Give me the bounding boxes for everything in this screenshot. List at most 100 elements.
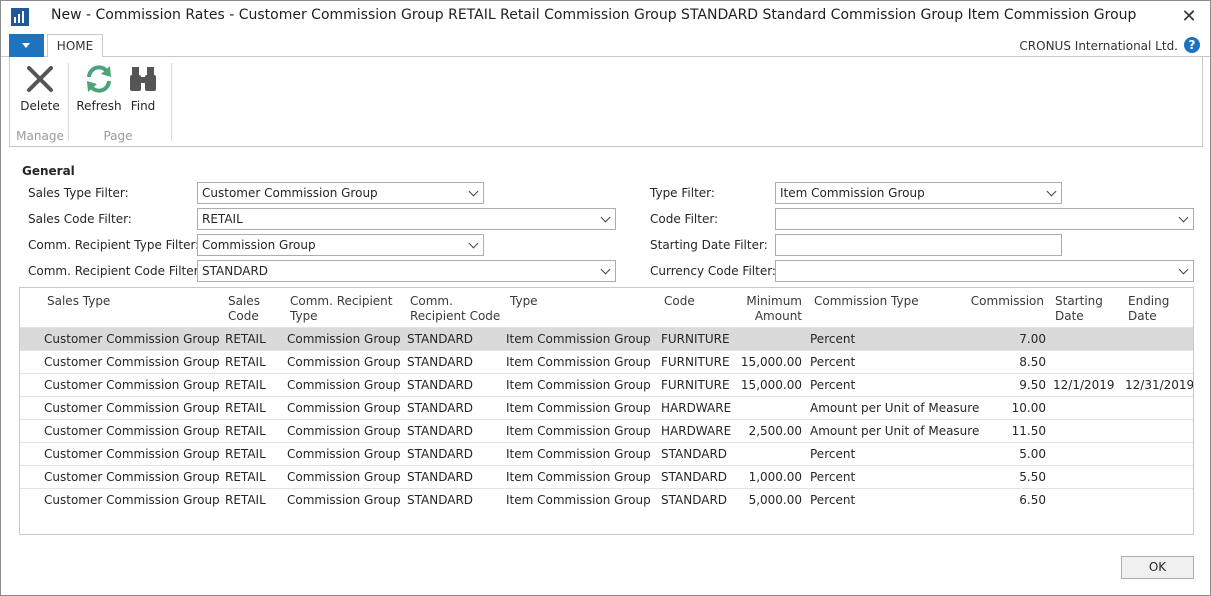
ribbon-tabs: HOME CRONUS International Ltd. ?: [1, 33, 1210, 58]
table-row[interactable]: Customer Commission Group RETAIL Commissio…: [20, 465, 1193, 488]
col-header-code[interactable]: Code: [664, 294, 695, 309]
code-filter-select[interactable]: [775, 208, 1194, 230]
find-button[interactable]: Find: [126, 63, 160, 113]
table-row[interactable]: Customer Commission Group RETAIL Commissio…: [20, 327, 1193, 350]
refresh-button[interactable]: Refresh: [76, 63, 122, 113]
cell-commission-type: Percent: [810, 332, 856, 346]
col-header-type[interactable]: Type: [510, 294, 538, 309]
cell-sales-code: RETAIL: [225, 447, 266, 461]
cell-type: Item Commission Group: [506, 355, 651, 369]
commission-rates-grid: Sales Type Sales Code Comm. Recipient Ty…: [19, 287, 1194, 535]
sales-code-filter-select[interactable]: RETAIL: [197, 208, 616, 230]
currency-code-filter-label: Currency Code Filter:: [650, 264, 776, 278]
cell-commission-type: Percent: [810, 378, 856, 392]
dropdown-arrow-icon: [468, 186, 479, 197]
starting-date-filter-input[interactable]: [775, 234, 1062, 256]
cell-min-amount: 2,500.00: [748, 424, 802, 438]
cell-sales-code: RETAIL: [225, 378, 266, 392]
dropdown-arrow-icon: [468, 238, 479, 249]
table-row[interactable]: Customer Commission Group RETAIL Commissio…: [20, 396, 1193, 419]
app-menu-button[interactable]: [9, 34, 44, 57]
group-separator: [171, 63, 172, 141]
col-header-text: Type: [290, 309, 318, 323]
cell-sales-type: Customer Commission Group: [44, 332, 220, 346]
cell-code: HARDWARE: [661, 424, 732, 438]
cell-type: Item Commission Group: [506, 378, 651, 392]
col-header-recipient-type[interactable]: Comm. Recipient Type: [290, 294, 393, 324]
delete-button[interactable]: Delete: [16, 63, 64, 113]
cell-sales-type: Customer Commission Group: [44, 424, 220, 438]
cell-sales-code: RETAIL: [225, 332, 266, 346]
cell-sales-type: Customer Commission Group: [44, 470, 220, 484]
type-filter-value: Item Commission Group: [780, 186, 925, 200]
title-bar: New - Commission Rates - Customer Commis…: [1, 1, 1210, 33]
cell-recipient-code: STANDARD: [407, 424, 474, 438]
sales-type-filter-label: Sales Type Filter:: [28, 186, 129, 200]
sales-code-filter-value: RETAIL: [202, 212, 243, 226]
grid-header: Sales Type Sales Code Comm. Recipient Ty…: [20, 288, 1193, 328]
cell-ending-date: 12/31/2019: [1125, 378, 1194, 392]
starting-date-filter-label: Starting Date Filter:: [650, 238, 768, 252]
col-header-ending-date[interactable]: Ending Date: [1128, 294, 1169, 324]
find-icon: [130, 67, 156, 91]
cell-recipient-code: STANDARD: [407, 355, 474, 369]
comm-recipient-code-filter-select[interactable]: STANDARD: [197, 260, 616, 282]
cell-min-amount: 5,000.00: [748, 493, 802, 507]
col-header-starting-date[interactable]: Starting Date: [1055, 294, 1103, 324]
tab-home[interactable]: HOME: [47, 34, 103, 58]
type-filter-label: Type Filter:: [650, 186, 715, 200]
ok-button[interactable]: OK: [1121, 556, 1194, 579]
comm-recipient-code-filter-label: Comm. Recipient Code Filter:: [28, 264, 203, 278]
col-header-minimum-amount[interactable]: Minimum Amount: [732, 294, 802, 324]
currency-code-filter-select[interactable]: [775, 260, 1194, 282]
cell-recipient-type: Commission Group: [287, 332, 401, 346]
sales-code-filter-label: Sales Code Filter:: [28, 212, 132, 226]
cell-type: Item Commission Group: [506, 447, 651, 461]
cell-commission: 8.50: [1019, 355, 1046, 369]
cell-commission-type: Amount per Unit of Measure: [810, 424, 980, 438]
type-filter-select[interactable]: Item Commission Group: [775, 182, 1062, 204]
col-header-sales-type[interactable]: Sales Type: [47, 294, 110, 309]
cell-sales-type: Customer Commission Group: [44, 447, 220, 461]
cell-code: FURNITURE: [661, 355, 730, 369]
commission-rates-window: New - Commission Rates - Customer Commis…: [0, 0, 1211, 596]
cell-recipient-type: Commission Group: [287, 424, 401, 438]
cell-recipient-type: Commission Group: [287, 447, 401, 461]
cell-code: STANDARD: [661, 470, 728, 484]
col-header-recipient-code[interactable]: Comm. Recipient Code: [410, 294, 500, 324]
close-icon[interactable]: ✕: [1180, 8, 1198, 27]
general-section-title: General: [22, 164, 75, 178]
cell-type: Item Commission Group: [506, 424, 651, 438]
group-label-page: Page: [103, 129, 133, 143]
comm-recipient-type-filter-select[interactable]: Commission Group: [197, 234, 484, 256]
cell-recipient-type: Commission Group: [287, 493, 401, 507]
dropdown-arrow-icon: [600, 212, 611, 223]
col-header-text: Date: [1128, 309, 1157, 323]
col-header-sales-code[interactable]: Sales Code: [228, 294, 260, 324]
cell-commission: 11.50: [1011, 424, 1046, 438]
sales-type-filter-value: Customer Commission Group: [202, 186, 378, 200]
sales-type-filter-select[interactable]: Customer Commission Group: [197, 182, 484, 204]
table-row[interactable]: Customer Commission Group RETAIL Commissio…: [20, 350, 1193, 373]
table-row[interactable]: Customer Commission Group RETAIL Commissio…: [20, 373, 1193, 396]
table-row[interactable]: Customer Commission Group RETAIL Commissio…: [20, 442, 1193, 465]
table-row[interactable]: Customer Commission Group RETAIL Commissio…: [20, 488, 1193, 511]
col-header-commission-type[interactable]: Commission Type: [814, 294, 919, 309]
cell-min-amount: 1,000.00: [748, 470, 802, 484]
cell-type: Item Commission Group: [506, 470, 651, 484]
cell-recipient-type: Commission Group: [287, 401, 401, 415]
cell-min-amount: 15,000.00: [740, 378, 802, 392]
comm-recipient-type-filter-value: Commission Group: [202, 238, 316, 252]
ribbon: Delete Manage Refresh Find Page: [9, 57, 1203, 147]
cell-recipient-type: Commission Group: [287, 355, 401, 369]
cell-sales-type: Customer Commission Group: [44, 378, 220, 392]
group-label-manage: Manage: [16, 129, 64, 143]
col-header-commission[interactable]: Commission: [964, 294, 1044, 309]
cell-sales-code: RETAIL: [225, 470, 266, 484]
delete-icon: [27, 66, 53, 92]
cell-sales-code: RETAIL: [225, 355, 266, 369]
table-row[interactable]: Customer Commission Group RETAIL Commissio…: [20, 419, 1193, 442]
cell-type: Item Commission Group: [506, 493, 651, 507]
cell-commission-type: Percent: [810, 470, 856, 484]
help-icon[interactable]: ?: [1184, 37, 1200, 53]
